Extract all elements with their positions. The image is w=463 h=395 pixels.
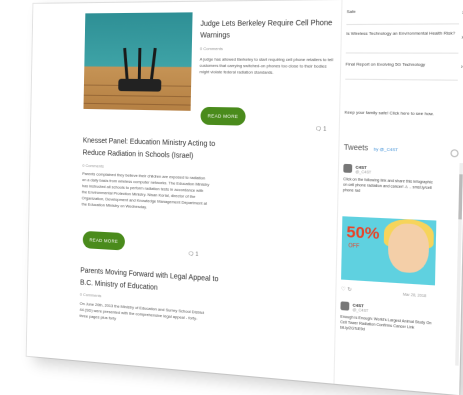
- sidebar-link[interactable]: Is Wireless Technology an Environmental …: [346, 30, 456, 37]
- tweet[interactable]: C4ST @_C4ST Enough is Enough: World's La…: [340, 301, 437, 332]
- tweets-title: Tweets: [343, 144, 369, 153]
- read-more-button[interactable]: READ MORE: [82, 230, 126, 251]
- router-antenna: [137, 47, 142, 82]
- tweet-date[interactable]: Mar 28, 2018: [403, 292, 426, 298]
- tweet-image[interactable]: 50% OFF: [341, 216, 437, 286]
- tweet-handle[interactable]: @_C4ST: [352, 308, 368, 314]
- sidebar-link[interactable]: Final Report on Evolving 5G Technology: [346, 61, 456, 68]
- divider: [346, 23, 460, 26]
- info-icon[interactable]: [450, 149, 459, 158]
- face-shape: [387, 222, 430, 274]
- tweets-by-link[interactable]: by @_C4ST: [374, 146, 399, 152]
- comment-count-value: 1: [195, 251, 199, 258]
- article-title[interactable]: Parents Moving Forward with Legal Appeal…: [80, 265, 228, 300]
- router-antenna: [149, 47, 157, 82]
- article-excerpt: A judge has allowed Berkeley to start re…: [199, 56, 334, 75]
- article-excerpt: On June 20th, 2013 the Ministry of Educa…: [79, 300, 205, 321]
- sidebar: Safe › Is Wireless Technology an Environ…: [333, 0, 463, 395]
- comment-count-value: 1: [323, 126, 327, 133]
- article-comments-meta: 0 Comments: [199, 45, 224, 52]
- family-safe-link[interactable]: Keep your family safe! Click here to see…: [344, 109, 454, 118]
- article-excerpt: Parents complained they believe their ch…: [81, 170, 210, 210]
- avatar: [343, 163, 353, 173]
- table-plank-line: [83, 102, 191, 106]
- comment-count[interactable]: 🗨 1: [315, 126, 326, 133]
- divider: [345, 78, 458, 81]
- tweet-handle[interactable]: @_C4ST: [355, 170, 371, 175]
- ad-caption: OFF: [348, 242, 360, 250]
- ad-percent: 50%: [346, 223, 380, 244]
- comment-icon: 🗨: [314, 126, 322, 133]
- article-list: Judge Lets Berkeley Require Cell Phone W…: [79, 0, 340, 383]
- router-image: [118, 78, 162, 92]
- table-plank-line: [83, 94, 191, 98]
- screenshot-stage: Judge Lets Berkeley Require Cell Phone W…: [0, 0, 463, 395]
- comment-count[interactable]: 🗨 1: [188, 251, 199, 258]
- avatar: [340, 301, 350, 311]
- tweet[interactable]: C4ST @_C4ST Click on the following link …: [343, 163, 439, 193]
- article-title[interactable]: Judge Lets Berkeley Require Cell Phone W…: [200, 18, 337, 42]
- tweet-actions[interactable]: ♡ ↻: [341, 286, 352, 293]
- comment-icon: 🗨: [187, 251, 195, 258]
- tweet-text: Click on the following link and share th…: [342, 176, 433, 193]
- article-comments-meta: 0 Comments: [82, 162, 104, 169]
- divider: [345, 52, 459, 54]
- tweets-heading: Tweets by @_C4ST: [344, 144, 398, 153]
- article-title[interactable]: Knesset Panel: Education Ministry Acting…: [82, 135, 230, 164]
- tweet-text: Enough is Enough: World's Largest Animal…: [340, 314, 432, 332]
- sidebar-link[interactable]: Safe: [347, 8, 457, 16]
- tweets-scrollbar[interactable]: [455, 163, 463, 366]
- browser-page: Judge Lets Berkeley Require Cell Phone W…: [26, 0, 463, 395]
- router-antenna: [123, 47, 129, 81]
- read-more-button[interactable]: READ MORE: [200, 106, 246, 126]
- router-thumbnail[interactable]: [83, 12, 193, 111]
- scrollbar-thumb[interactable]: [458, 174, 463, 220]
- article-comments-meta: 0 Comments: [79, 291, 102, 299]
